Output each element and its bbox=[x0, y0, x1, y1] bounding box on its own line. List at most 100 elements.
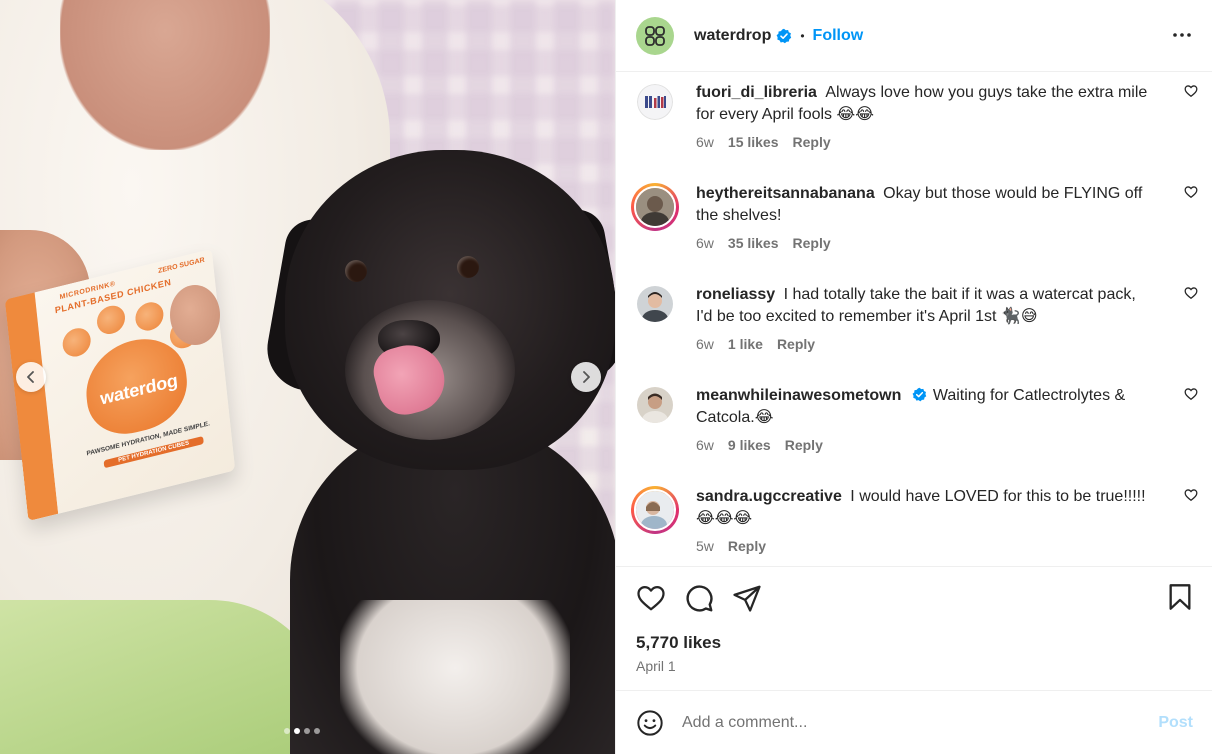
smiley-icon bbox=[637, 709, 663, 736]
bookshelf-avatar-icon bbox=[637, 84, 673, 120]
comment-time[interactable]: 5w bbox=[696, 538, 714, 554]
comment-text: heythereitsannabanana Okay but those wou… bbox=[696, 183, 1152, 227]
comments-list[interactable]: fuori_di_libreria Always love how you gu… bbox=[616, 72, 1212, 566]
user-photo-icon bbox=[636, 188, 674, 226]
commenter-avatar bbox=[634, 186, 676, 228]
emoji-button[interactable] bbox=[636, 709, 664, 737]
post-likes-count[interactable]: 5,770 likes bbox=[636, 633, 721, 653]
comment-time[interactable]: 6w bbox=[696, 437, 714, 453]
share-button[interactable] bbox=[732, 583, 762, 616]
heart-outline-icon bbox=[1184, 85, 1198, 98]
like-button[interactable] bbox=[636, 583, 666, 616]
author-avatar[interactable] bbox=[636, 16, 674, 55]
comment-reply-button[interactable]: Reply bbox=[728, 538, 766, 554]
paw-toe bbox=[134, 299, 165, 334]
comment-time[interactable]: 6w bbox=[696, 336, 714, 352]
comment-likes[interactable]: 1 like bbox=[728, 336, 763, 352]
comment-reply-button[interactable]: Reply bbox=[793, 235, 831, 251]
bookmark-outline-icon bbox=[1169, 584, 1191, 610]
paw-toe bbox=[61, 325, 93, 360]
heart-outline-icon bbox=[1184, 388, 1198, 401]
header-separator: • bbox=[800, 28, 805, 43]
author-username[interactable]: waterdrop bbox=[694, 27, 771, 45]
post-comment-button[interactable]: Post bbox=[1158, 714, 1193, 732]
commenter-avatar[interactable] bbox=[637, 387, 673, 423]
comment-text: roneliassy I had totally take the bait i… bbox=[696, 284, 1152, 328]
speech-bubble-icon bbox=[686, 585, 713, 612]
carousel-dot bbox=[314, 728, 320, 734]
comment-likes[interactable]: 35 likes bbox=[728, 235, 779, 251]
comment-like-button[interactable] bbox=[1184, 286, 1198, 303]
comment-likes[interactable]: 9 likes bbox=[728, 437, 771, 453]
comment-item: sandra.ugccreative I would have LOVED fo… bbox=[616, 486, 1212, 566]
person-thumb bbox=[170, 285, 220, 345]
paper-plane-icon bbox=[733, 585, 761, 612]
user-photo-icon bbox=[636, 491, 674, 529]
comment-time[interactable]: 6w bbox=[696, 235, 714, 251]
comment-item: fuori_di_libreria Always love how you gu… bbox=[616, 82, 1212, 183]
user-photo-icon bbox=[637, 286, 673, 322]
comment-item: meanwhileinawesometown Waiting for Catle… bbox=[616, 385, 1212, 486]
comment-meta: 6w 1 like Reply bbox=[696, 336, 1152, 352]
more-options-button[interactable] bbox=[1172, 25, 1192, 48]
follow-button[interactable]: Follow bbox=[813, 27, 864, 45]
commenter-avatar[interactable] bbox=[637, 286, 673, 322]
commenter-username[interactable]: meanwhileinawesometown bbox=[696, 387, 906, 404]
green-apron bbox=[0, 600, 330, 754]
commenter-avatar-story-ring[interactable] bbox=[631, 486, 679, 534]
comment-like-button[interactable] bbox=[1184, 387, 1198, 404]
carousel-prev-button[interactable] bbox=[16, 362, 46, 392]
comment-input[interactable] bbox=[682, 713, 1159, 732]
comment-time[interactable]: 6w bbox=[696, 134, 714, 150]
post-header: waterdrop • Follow bbox=[616, 0, 1212, 72]
comment-text: sandra.ugccreative I would have LOVED fo… bbox=[696, 486, 1152, 530]
post-date[interactable]: April 1 bbox=[636, 658, 676, 674]
commenter-username[interactable]: heythereitsannabanana bbox=[696, 185, 879, 202]
dog-eye-right bbox=[457, 256, 479, 278]
commenter-username[interactable]: sandra.ugccreative bbox=[696, 488, 846, 505]
comment-meta: 5w Reply bbox=[696, 538, 1152, 554]
more-horizontal-icon bbox=[1173, 33, 1191, 37]
comment-likes[interactable]: 15 likes bbox=[728, 134, 779, 150]
post-panel: waterdrop • Follow fuori_di_libreria Alw… bbox=[615, 0, 1212, 754]
chevron-right-icon bbox=[583, 371, 590, 383]
post-media[interactable]: 12 MICRODRINK® PLANT-BASED CHICKEN ZERO … bbox=[0, 0, 615, 754]
heart-outline-icon bbox=[1184, 287, 1198, 300]
heart-outline-icon bbox=[1184, 489, 1198, 502]
comment-reply-button[interactable]: Reply bbox=[793, 134, 831, 150]
user-photo-icon bbox=[637, 387, 673, 423]
verified-badge-icon bbox=[776, 28, 792, 44]
comment-meta: 6w 9 likes Reply bbox=[696, 437, 1152, 453]
comment-like-button[interactable] bbox=[1184, 185, 1198, 202]
carousel-dot bbox=[284, 728, 290, 734]
comment-button[interactable] bbox=[684, 583, 714, 616]
carousel-dot bbox=[304, 728, 310, 734]
comment-reply-button[interactable]: Reply bbox=[777, 336, 815, 352]
comment-item: roneliassy I had totally take the bait i… bbox=[616, 284, 1212, 385]
verified-badge-icon bbox=[912, 387, 927, 402]
waterdrop-logo-icon bbox=[645, 25, 665, 46]
carousel-next-button[interactable] bbox=[571, 362, 601, 392]
comment-like-button[interactable] bbox=[1184, 84, 1198, 101]
commenter-avatar[interactable] bbox=[637, 84, 673, 120]
heart-outline-icon bbox=[1184, 186, 1198, 199]
comment-meta: 6w 15 likes Reply bbox=[696, 134, 1152, 150]
chevron-left-icon bbox=[27, 371, 34, 383]
commenter-username[interactable]: roneliassy bbox=[696, 286, 780, 303]
post-actions: 5,770 likes April 1 bbox=[616, 566, 1212, 690]
paw-toe bbox=[95, 302, 127, 337]
commenter-avatar-story-ring[interactable] bbox=[631, 183, 679, 231]
commenter-username[interactable]: fuori_di_libreria bbox=[696, 84, 821, 101]
comment-like-button[interactable] bbox=[1184, 488, 1198, 505]
person-neck bbox=[60, 0, 270, 150]
product-zero-sugar-label: ZERO SUGAR bbox=[157, 256, 206, 275]
heart-outline-icon bbox=[637, 586, 665, 611]
save-button[interactable] bbox=[1166, 583, 1194, 614]
commenter-avatar bbox=[634, 489, 676, 531]
comment-text: fuori_di_libreria Always love how you gu… bbox=[696, 82, 1152, 126]
dog-eye-left bbox=[345, 260, 367, 282]
comment-item: heythereitsannabanana Okay but those wou… bbox=[616, 183, 1212, 284]
comment-reply-button[interactable]: Reply bbox=[785, 437, 823, 453]
product-count: 12 bbox=[13, 311, 34, 333]
carousel-indicator bbox=[284, 728, 320, 734]
